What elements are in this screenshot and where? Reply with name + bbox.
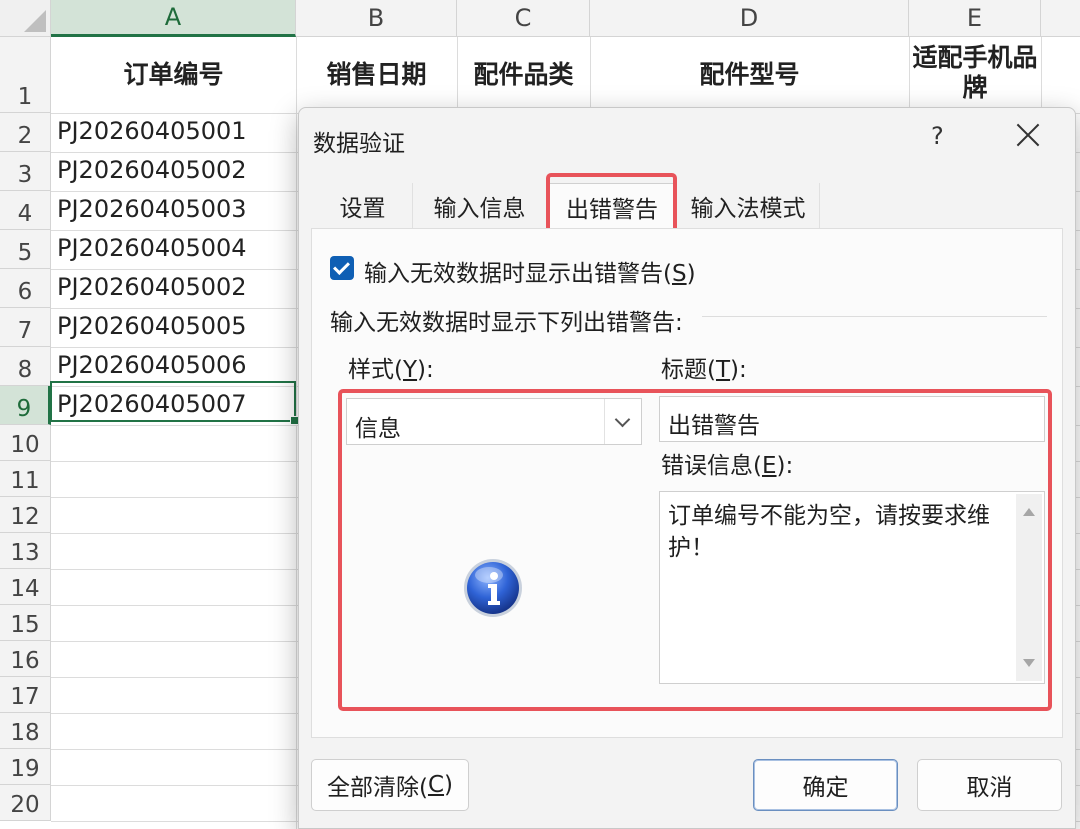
section-separator (702, 316, 1047, 317)
header-order-number[interactable]: 订单编号 (51, 60, 296, 90)
header-phone-brand[interactable]: 适配手机品牌 (909, 43, 1041, 103)
select-all-corner[interactable] (0, 0, 51, 37)
tab-ime-mode[interactable]: 输入法模式 (677, 183, 820, 229)
column-header-d[interactable]: D (590, 0, 909, 37)
row-header-13[interactable]: 13 (0, 533, 51, 569)
row-header-4[interactable]: 4 (0, 191, 51, 230)
row-header-11[interactable]: 11 (0, 461, 51, 497)
row-header-20[interactable]: 20 (0, 785, 51, 821)
header-sale-date[interactable]: 销售日期 (296, 60, 457, 90)
row-header-5[interactable]: 5 (0, 230, 51, 269)
row-header-19[interactable]: 19 (0, 749, 51, 785)
help-button[interactable]: ? (931, 122, 944, 150)
show-error-checkbox[interactable] (330, 256, 354, 280)
row-header-7[interactable]: 7 (0, 308, 51, 347)
show-error-checkbox-label[interactable]: 输入无效数据时显示出错警告(S) (364, 254, 696, 288)
cell-a5[interactable]: PJ20260405004 (57, 234, 247, 262)
row-header-12[interactable]: 12 (0, 497, 51, 533)
row-header-1[interactable]: 1 (0, 37, 51, 113)
header-part-category[interactable]: 配件品类 (457, 60, 590, 90)
column-header-c[interactable]: C (457, 0, 590, 37)
row-header-3[interactable]: 3 (0, 152, 51, 191)
row-header-8[interactable]: 8 (0, 347, 51, 386)
column-header-b[interactable]: B (296, 0, 457, 37)
cell-a8[interactable]: PJ20260405006 (57, 351, 247, 379)
cell-a2[interactable]: PJ20260405001 (57, 117, 247, 145)
active-cell-a9[interactable] (50, 381, 299, 425)
cancel-button[interactable]: 取消 (917, 759, 1062, 811)
row-header-10[interactable]: 10 (0, 425, 51, 461)
row-header-15[interactable]: 15 (0, 605, 51, 641)
section-label: 输入无效数据时显示下列出错警告: (330, 310, 683, 336)
ok-button[interactable]: 确定 (753, 759, 898, 811)
cell-a4[interactable]: PJ20260405003 (57, 195, 247, 223)
cell-a3[interactable]: PJ20260405002 (57, 156, 247, 184)
tab-input-message[interactable]: 输入信息 (413, 183, 547, 229)
row-header-6[interactable]: 6 (0, 269, 51, 308)
column-header-e[interactable]: E (909, 0, 1041, 37)
close-icon[interactable] (1013, 120, 1043, 150)
row-header-16[interactable]: 16 (0, 641, 51, 677)
dialog-title: 数据验证 (313, 131, 405, 157)
row-header-17[interactable]: 17 (0, 677, 51, 713)
row-header-18[interactable]: 18 (0, 713, 51, 749)
row-header-2[interactable]: 2 (0, 113, 51, 152)
cell-a7[interactable]: PJ20260405005 (57, 312, 247, 340)
column-header-a[interactable]: A (51, 0, 296, 37)
fields-highlight-box (338, 389, 1052, 711)
header-part-model[interactable]: 配件型号 (590, 60, 909, 90)
row-header-14[interactable]: 14 (0, 569, 51, 605)
title-label: 标题(T): (661, 357, 747, 383)
style-label: 样式(Y): (348, 357, 434, 383)
row-header-9[interactable]: 9 (0, 386, 51, 425)
column-header-f[interactable] (1041, 0, 1080, 37)
tab-settings[interactable]: 设置 (313, 183, 413, 229)
clear-all-button[interactable]: 全部清除(C) (311, 759, 469, 811)
cell-a6[interactable]: PJ20260405002 (57, 273, 247, 301)
tab-highlight-box (546, 173, 677, 233)
